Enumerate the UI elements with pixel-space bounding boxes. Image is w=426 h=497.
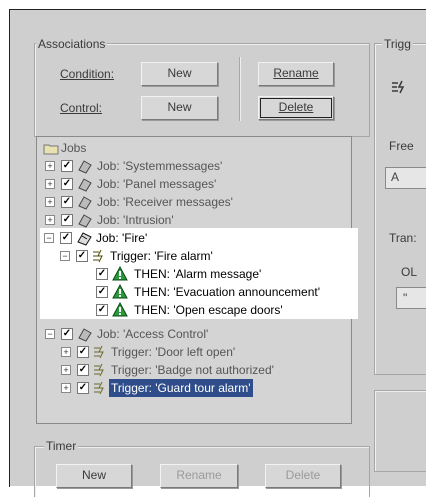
control-label: Control: xyxy=(60,101,103,115)
rename-button[interactable]: Rename xyxy=(258,62,334,86)
then-checkbox[interactable]: ✓ xyxy=(96,268,108,280)
delete-button[interactable]: Delete xyxy=(258,96,334,120)
warning-triangle-icon xyxy=(112,301,128,322)
expand-icon[interactable]: + xyxy=(45,197,55,207)
trigger-icon xyxy=(93,381,107,400)
job-checkbox[interactable]: ✓ xyxy=(61,196,73,208)
trigger-checkbox[interactable]: ✓ xyxy=(76,250,88,262)
collapse-icon[interactable]: − xyxy=(45,329,55,339)
collapse-icon[interactable]: − xyxy=(44,233,54,243)
then-checkbox[interactable]: ✓ xyxy=(96,286,108,298)
job-checkbox[interactable]: ✓ xyxy=(60,232,72,244)
expand-icon[interactable]: + xyxy=(45,215,55,225)
free-label: Free xyxy=(389,139,414,153)
warning-triangle-icon xyxy=(112,283,128,304)
trigger-icon xyxy=(391,80,407,97)
ol-field[interactable]: " xyxy=(396,287,426,309)
timer-legend: Timer xyxy=(44,439,79,453)
warning-triangle-icon xyxy=(112,265,128,286)
timer-delete-button: Delete xyxy=(265,464,341,488)
free-field[interactable]: A xyxy=(385,167,426,189)
job-checkbox[interactable]: ✓ xyxy=(61,214,73,226)
right-lower-panel xyxy=(374,390,426,472)
condition-label: Condition: xyxy=(60,67,115,81)
job-icon xyxy=(77,326,93,347)
trigger-checkbox[interactable]: ✓ xyxy=(77,382,89,394)
fire-job-highlight: − ✓ Job: 'Fire' − ✓ Trigger: 'Fire alarm… xyxy=(40,228,358,319)
collapse-icon[interactable]: − xyxy=(60,251,70,261)
control-new-button[interactable]: New xyxy=(141,96,218,120)
associations-separator xyxy=(239,57,240,121)
condition-new-button[interactable]: New xyxy=(141,62,218,86)
job-checkbox[interactable]: ✓ xyxy=(61,160,73,172)
trigger-checkbox[interactable]: ✓ xyxy=(77,346,89,358)
trigger-icon xyxy=(93,363,107,382)
then-checkbox[interactable]: ✓ xyxy=(96,304,108,316)
job-checkbox[interactable]: ✓ xyxy=(61,328,73,340)
trans-label: Tran: xyxy=(389,231,417,245)
expand-icon[interactable]: + xyxy=(45,161,55,171)
job-icon xyxy=(76,230,94,251)
expand-icon[interactable]: + xyxy=(61,365,71,375)
job-checkbox[interactable]: ✓ xyxy=(61,178,73,190)
trigger-legend: Trigg xyxy=(382,37,413,51)
dialog-window: Associations Condition: New Rename Contr… xyxy=(10,10,426,497)
trigger-icon xyxy=(92,249,106,268)
expand-icon[interactable]: + xyxy=(45,179,55,189)
folder-icon xyxy=(43,142,59,160)
timer-rename-button: Rename xyxy=(160,464,238,488)
trigger-icon xyxy=(93,345,107,364)
trigger-checkbox[interactable]: ✓ xyxy=(77,364,89,376)
associations-legend: Associations xyxy=(36,37,108,51)
expand-icon[interactable]: + xyxy=(61,347,71,357)
expand-icon[interactable]: + xyxy=(61,383,71,393)
timer-new-button[interactable]: New xyxy=(56,464,132,488)
ol-label: OL xyxy=(401,265,418,279)
associations-group xyxy=(34,43,370,137)
